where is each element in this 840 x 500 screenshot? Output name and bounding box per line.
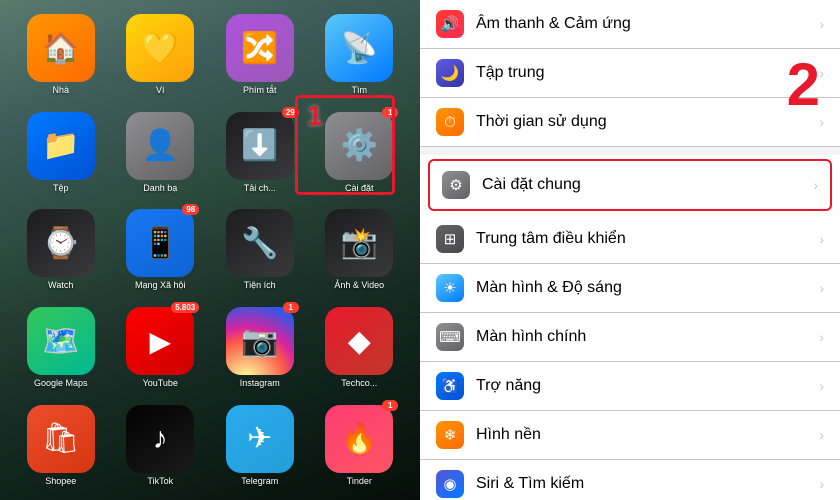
- app-icon-youtube[interactable]: 5.803▶YouTube: [115, 303, 207, 393]
- app-icon-googlemaps[interactable]: 🗺️Google Maps: [15, 303, 107, 393]
- app-label-watch: Watch: [48, 280, 73, 290]
- chevron-icon-general: ›: [813, 177, 818, 193]
- app-label-caidat: Cài đặt: [345, 183, 374, 193]
- app-label-tienich: Tiện ích: [244, 280, 276, 290]
- settings-icon-accessibility: ♿: [436, 372, 464, 400]
- app-label-mangxahoi: Mạng Xã hội: [135, 280, 186, 290]
- app-grid: 🏠Nhà💛Ví🔀Phím tắt📡Tìm 📁Tệp👤Danh bạ29⬇️Tải …: [0, 0, 420, 500]
- phone-screen: 🏠Nhà💛Ví🔀Phím tắt📡Tìm 📁Tệp👤Danh bạ29⬇️Tải …: [0, 0, 420, 500]
- app-icon-taichieu[interactable]: 29⬇️Tải ch...: [214, 108, 306, 198]
- app-label-shopee: Shopee: [45, 476, 76, 486]
- settings-label-homescreen: Màn hình chính: [476, 328, 819, 346]
- chevron-icon-siri: ›: [819, 476, 824, 492]
- chevron-icon-accessibility: ›: [819, 378, 824, 394]
- app-label-anhvideo: Ảnh & Video: [334, 280, 384, 290]
- settings-icon-homescreen: ⌨: [436, 323, 464, 351]
- chevron-icon-sound: ›: [819, 16, 824, 32]
- settings-icon-screentime: ⏱: [436, 108, 464, 136]
- app-icon-watch[interactable]: ⌚Watch: [15, 205, 107, 295]
- settings-label-wallpaper: Hình nền: [476, 426, 819, 444]
- app-label-tinder: Tinder: [347, 476, 372, 486]
- settings-item-siri[interactable]: ◉ Siri & Tìm kiếm›: [420, 460, 840, 500]
- settings-label-general: Cài đặt chung: [482, 176, 813, 194]
- app-label-googlemaps: Google Maps: [34, 378, 88, 388]
- app-label-phimtat: Phím tắt: [243, 85, 277, 95]
- settings-item-homescreen[interactable]: ⌨ Màn hình chính›: [420, 313, 840, 362]
- app-icon-mangxahoi[interactable]: 98📱Mạng Xã hội: [115, 205, 207, 295]
- annotation-number-1: 1: [307, 100, 323, 132]
- chevron-icon-screentime: ›: [819, 114, 824, 130]
- settings-list: 🔊Âm thanh & Cảm ứng›🌙Tập trung›⏱Thời gia…: [420, 0, 840, 500]
- app-label-tiktok: TikTok: [147, 476, 173, 486]
- settings-label-focus: Tập trung: [476, 64, 819, 82]
- settings-label-screentime: Thời gian sử dụng: [476, 113, 819, 131]
- settings-item-wallpaper[interactable]: ❄ Hình nền›: [420, 411, 840, 460]
- chevron-icon-homescreen: ›: [819, 329, 824, 345]
- chevron-icon-display: ›: [819, 280, 824, 296]
- app-icon-techco[interactable]: ◆Techco...: [314, 303, 406, 393]
- app-icon-vi[interactable]: 💛Ví: [115, 10, 207, 100]
- settings-icon-control: ⊞: [436, 225, 464, 253]
- settings-item-general[interactable]: ⚙ Cài đặt chung›: [428, 159, 832, 211]
- settings-icon-wallpaper: ❄: [436, 421, 464, 449]
- app-label-vi: Ví: [156, 85, 165, 95]
- app-icon-shopee[interactable]: 🛍Shopee: [15, 400, 107, 490]
- annotation-number-2: 2: [787, 50, 820, 119]
- settings-label-display: Màn hình & Độ sáng: [476, 279, 819, 297]
- settings-item-focus[interactable]: 🌙 Tập trung›: [420, 49, 840, 98]
- settings-label-sound: Âm thanh & Cảm ứng: [476, 15, 819, 33]
- settings-label-accessibility: Trợ năng: [476, 377, 819, 395]
- settings-label-control: Trung tâm điều khiển: [476, 230, 819, 248]
- app-icon-tiktok[interactable]: ♪TikTok: [115, 400, 207, 490]
- settings-icon-general: ⚙: [442, 171, 470, 199]
- app-icon-tim[interactable]: 📡Tìm: [314, 10, 406, 100]
- app-icon-danhba[interactable]: 👤Danh bạ: [115, 108, 207, 198]
- app-icon-phimtat[interactable]: 🔀Phím tắt: [214, 10, 306, 100]
- app-label-taichieu: Tải ch...: [244, 183, 276, 193]
- chevron-icon-control: ›: [819, 231, 824, 247]
- app-icon-anhvideo[interactable]: 📸Ảnh & Video: [314, 205, 406, 295]
- app-icon-tienich[interactable]: 🔧Tiện ích: [214, 205, 306, 295]
- app-label-tep: Tệp: [53, 183, 69, 193]
- settings-icon-sound: 🔊: [436, 10, 464, 38]
- settings-label-siri: Siri & Tìm kiếm: [476, 475, 819, 493]
- app-icon-instagram[interactable]: 1📷Instagram: [214, 303, 306, 393]
- app-label-tim: Tìm: [352, 85, 368, 95]
- app-label-instagram: Instagram: [240, 378, 280, 388]
- settings-panel: 🔊Âm thanh & Cảm ứng›🌙Tập trung›⏱Thời gia…: [420, 0, 840, 500]
- app-label-telegram: Telegram: [241, 476, 278, 486]
- settings-item-control[interactable]: ⊞ Trung tâm điều khiển›: [420, 215, 840, 264]
- app-icon-telegram[interactable]: ✈Telegram: [214, 400, 306, 490]
- chevron-icon-wallpaper: ›: [819, 427, 824, 443]
- app-icon-caidat[interactable]: 1⚙️Cài đặt: [314, 108, 406, 198]
- chevron-icon-focus: ›: [819, 65, 824, 81]
- app-label-nha: Nhà: [52, 85, 69, 95]
- settings-item-display[interactable]: ☀ Màn hình & Độ sáng›: [420, 264, 840, 313]
- app-icon-tep[interactable]: 📁Tệp: [15, 108, 107, 198]
- settings-item-accessibility[interactable]: ♿ Trợ năng›: [420, 362, 840, 411]
- settings-icon-focus: 🌙: [436, 59, 464, 87]
- app-label-danhba: Danh bạ: [143, 183, 177, 193]
- app-icon-nha[interactable]: 🏠Nhà: [15, 10, 107, 100]
- settings-icon-siri: ◉: [436, 470, 464, 498]
- settings-icon-display: ☀: [436, 274, 464, 302]
- app-label-techco: Techco...: [341, 378, 377, 388]
- app-label-youtube: YouTube: [143, 378, 178, 388]
- app-icon-tinder[interactable]: 1🔥Tinder: [314, 400, 406, 490]
- settings-item-sound[interactable]: 🔊 Âm thanh & Cảm ứng›: [420, 0, 840, 49]
- settings-item-screentime[interactable]: ⏱ Thời gian sử dụng›: [420, 98, 840, 147]
